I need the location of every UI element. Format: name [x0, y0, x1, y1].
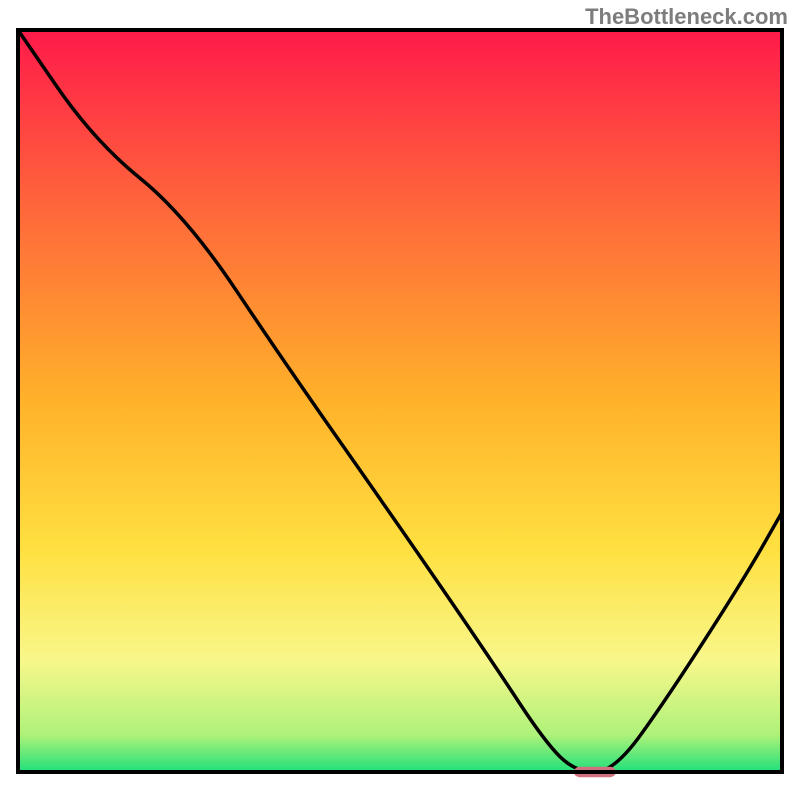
chart-container: TheBottleneck.com — [0, 0, 800, 800]
watermark-text: TheBottleneck.com — [585, 4, 788, 30]
bottleneck-chart — [0, 0, 800, 800]
plot-background — [18, 30, 782, 772]
